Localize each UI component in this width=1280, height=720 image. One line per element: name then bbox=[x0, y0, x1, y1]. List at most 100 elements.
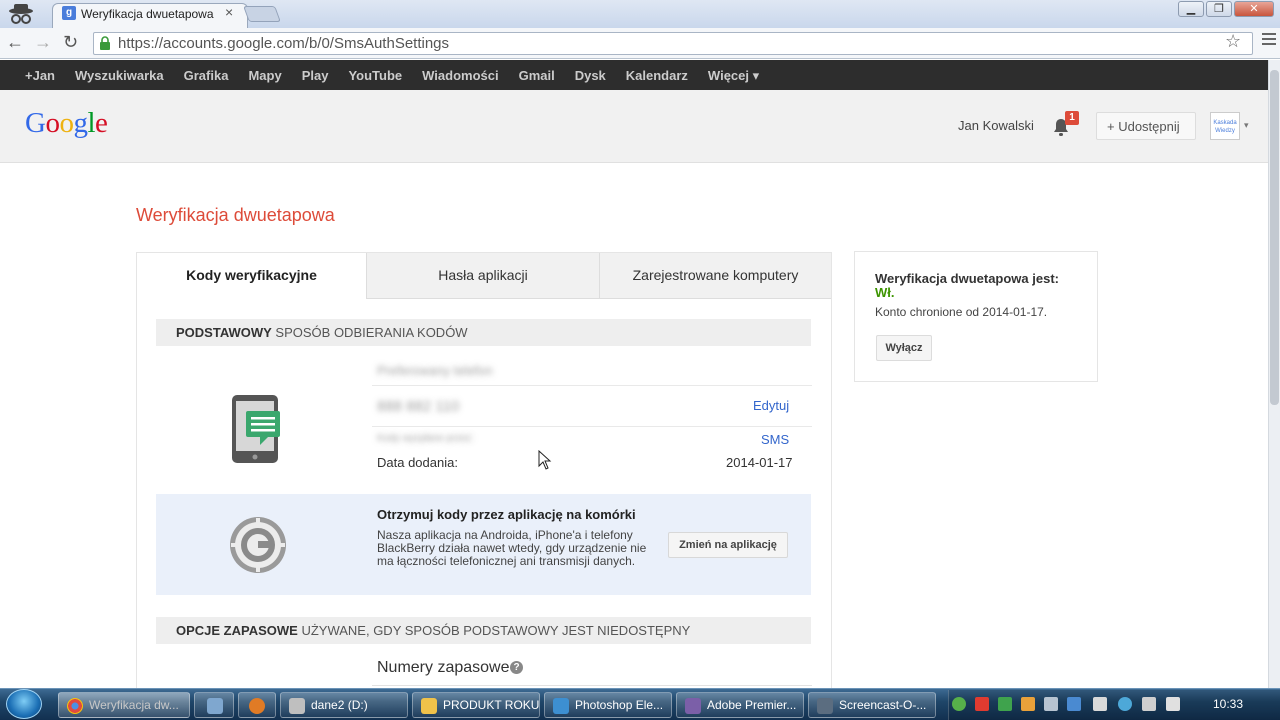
drive-icon bbox=[289, 698, 305, 714]
scrollbar-thumb[interactable] bbox=[1270, 70, 1279, 405]
gbar-link-drive[interactable]: Dysk bbox=[575, 68, 606, 84]
date-added-value: 2014-01-17 bbox=[726, 455, 793, 470]
taskbar-item-chrome[interactable]: Weryfikacja dw... bbox=[58, 692, 190, 718]
tray-icon[interactable] bbox=[975, 697, 989, 711]
avatar[interactable]: Kaskada Wiedzy bbox=[1210, 112, 1240, 140]
forward-icon[interactable]: → bbox=[34, 32, 52, 53]
settings-tabs: Kody weryfikacyjne Hasła aplikacji Zarej… bbox=[137, 253, 831, 299]
taskbar-clock[interactable]: 10:33 bbox=[1213, 697, 1243, 711]
status-badge: Wł. bbox=[875, 285, 895, 300]
window-controls: ▁ ❐ ✕ bbox=[1178, 1, 1274, 17]
tab-app-passwords[interactable]: Hasła aplikacji bbox=[367, 253, 600, 299]
tray-icon[interactable] bbox=[998, 697, 1012, 711]
url-text[interactable]: https://accounts.google.com/b/0/SmsAuthS… bbox=[118, 35, 449, 52]
star-icon[interactable]: ☆ bbox=[1225, 31, 1241, 52]
minimize-icon[interactable]: ▁ bbox=[1178, 1, 1204, 17]
user-name[interactable]: Jan Kowalski bbox=[958, 118, 1034, 133]
gbar-link-images[interactable]: Grafika bbox=[184, 68, 229, 84]
chrome-icon bbox=[67, 698, 83, 714]
backup-numbers-label: Numery zapasowe bbox=[377, 659, 510, 676]
mouse-cursor-icon bbox=[538, 450, 552, 470]
redacted-phone-number: 888 882 110 bbox=[377, 398, 460, 415]
tray-icon[interactable] bbox=[952, 697, 966, 711]
disable-button[interactable]: Wyłącz bbox=[876, 335, 932, 361]
window-close-icon[interactable]: ✕ bbox=[1234, 1, 1274, 17]
logo-letter: o bbox=[59, 107, 74, 139]
logo-letter: e bbox=[95, 107, 108, 139]
edit-phone-link[interactable]: Edytuj bbox=[753, 398, 789, 413]
gbar-link-maps[interactable]: Mapy bbox=[248, 68, 281, 84]
tray-icon[interactable] bbox=[1021, 697, 1035, 711]
taskbar-item-label: Photoshop Ele... bbox=[575, 698, 664, 712]
new-tab-button[interactable] bbox=[243, 6, 281, 22]
taskbar-item-folder[interactable]: PRODUKT ROKU bbox=[412, 692, 540, 718]
tray-icon[interactable] bbox=[1044, 697, 1058, 711]
gbar-link-search[interactable]: Wyszukiwarka bbox=[75, 68, 164, 84]
authenticator-promo-description: Nasza aplikacja na Androida, iPhone'a i … bbox=[377, 528, 647, 568]
sms-method-link[interactable]: SMS bbox=[761, 432, 789, 447]
divider bbox=[372, 385, 812, 386]
taskbar-item-label: Weryfikacja dw... bbox=[89, 698, 179, 712]
divider bbox=[372, 685, 812, 686]
incognito-icon bbox=[9, 4, 33, 24]
taskbar-item-explorer[interactable] bbox=[194, 692, 234, 718]
taskbar-item-firefox[interactable] bbox=[238, 692, 276, 718]
gbar-link-gmail[interactable]: Gmail bbox=[519, 68, 555, 84]
tab-registered-computers[interactable]: Zarejestrowane komputery bbox=[600, 253, 831, 299]
date-added-label: Data dodania: bbox=[377, 455, 458, 470]
lock-icon bbox=[100, 36, 110, 50]
primary-method-header-bold: PODSTAWOWY bbox=[176, 325, 272, 340]
authenticator-promo-title: Otrzymuj kody przez aplikację na komórki bbox=[377, 507, 636, 522]
google-bar-links: +Jan Wyszukiwarka Grafika Mapy Play YouT… bbox=[25, 68, 759, 84]
tab-close-icon[interactable]: × bbox=[225, 4, 233, 20]
screencast-icon bbox=[817, 698, 833, 714]
taskbar-item-drive[interactable]: dane2 (D:) bbox=[280, 692, 408, 718]
menu-icon[interactable] bbox=[1262, 33, 1276, 47]
protected-since-text: Konto chronione od 2014-01-17. bbox=[875, 305, 1048, 319]
primary-method-header: PODSTAWOWY SPOSÓB ODBIERANIA KODÓW bbox=[156, 319, 811, 346]
network-icon[interactable] bbox=[1118, 697, 1132, 711]
reload-icon[interactable]: ↻ bbox=[63, 32, 78, 53]
gbar-link-calendar[interactable]: Kalendarz bbox=[626, 68, 688, 84]
taskbar-item-photoshop[interactable]: Photoshop Ele... bbox=[544, 692, 672, 718]
gbar-link-plus[interactable]: +Jan bbox=[25, 68, 55, 84]
logo-letter: l bbox=[87, 107, 96, 139]
logo-letter: g bbox=[73, 107, 88, 139]
folder-icon bbox=[421, 698, 437, 714]
help-icon[interactable]: ? bbox=[510, 661, 523, 674]
phone-sms-icon bbox=[232, 395, 280, 463]
status-title: Weryfikacja dwuetapowa jest: bbox=[875, 271, 1059, 286]
google-logo[interactable]: Google bbox=[25, 107, 108, 140]
chevron-down-icon[interactable]: ▾ bbox=[1244, 120, 1249, 131]
gbar-link-more[interactable]: Więcej ▾ bbox=[708, 68, 759, 84]
taskbar-item-screencast[interactable]: Screencast-O-... bbox=[808, 692, 936, 718]
google-header bbox=[0, 90, 1268, 163]
taskbar-item-premiere[interactable]: Adobe Premier... bbox=[676, 692, 804, 718]
backup-options-header-bold: OPCJE ZAPASOWE bbox=[176, 623, 298, 638]
page-title: Weryfikacja dwuetapowa bbox=[136, 205, 335, 225]
maximize-icon[interactable]: ❐ bbox=[1206, 1, 1232, 17]
tray-icon[interactable] bbox=[1093, 697, 1107, 711]
redacted-label: Preferowany telefon bbox=[377, 363, 493, 378]
share-button[interactable]: + Udostępnij bbox=[1096, 112, 1196, 140]
gbar-link-play[interactable]: Play bbox=[302, 68, 329, 84]
taskbar-item-label: Screencast-O-... bbox=[839, 698, 927, 712]
gbar-link-news[interactable]: Wiadomości bbox=[422, 68, 498, 84]
switch-to-app-button[interactable]: Zmień na aplikację bbox=[668, 532, 788, 558]
action-center-icon[interactable] bbox=[1166, 697, 1180, 711]
volume-icon[interactable] bbox=[1142, 697, 1156, 711]
back-icon[interactable]: ← bbox=[6, 32, 24, 53]
logo-letter: G bbox=[25, 107, 46, 139]
start-button-icon[interactable] bbox=[6, 689, 42, 719]
browser-tab-title: Weryfikacja dwuetapowa bbox=[81, 7, 214, 21]
premiere-icon bbox=[685, 698, 701, 714]
google-plus-favicon-icon: g bbox=[62, 6, 76, 20]
gbar-link-youtube[interactable]: YouTube bbox=[348, 68, 402, 84]
tray-icon[interactable] bbox=[1067, 697, 1081, 711]
primary-method-header-rest: SPOSÓB ODBIERANIA KODÓW bbox=[271, 325, 468, 340]
taskbar-item-label: PRODUKT ROKU bbox=[443, 698, 540, 712]
folder-icon bbox=[207, 698, 223, 714]
google-authenticator-icon bbox=[230, 517, 286, 573]
notification-count-badge[interactable]: 1 bbox=[1065, 111, 1079, 125]
tab-verification-codes[interactable]: Kody weryfikacyjne bbox=[137, 253, 367, 299]
